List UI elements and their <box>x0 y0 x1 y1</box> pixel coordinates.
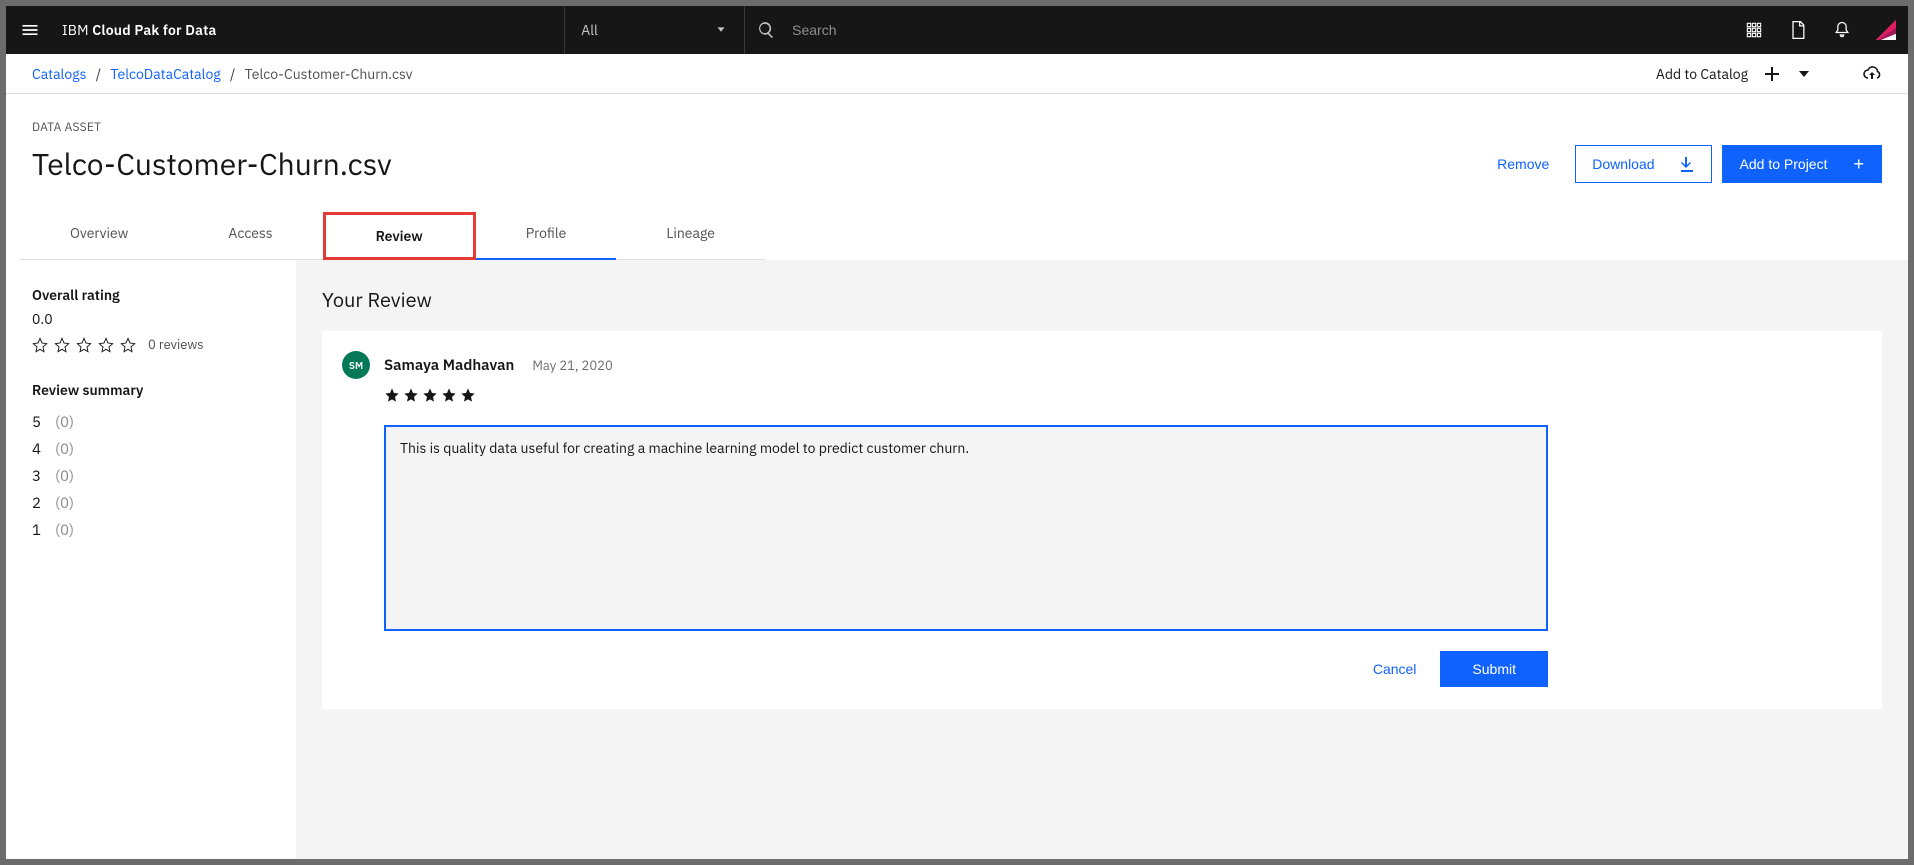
overall-rating-stars: 0 reviews <box>32 336 270 353</box>
submit-button[interactable]: Submit <box>1440 651 1548 687</box>
star-outline-icon <box>76 337 92 353</box>
summary-row-3: 3(0) <box>32 463 270 490</box>
chevron-down-icon <box>714 23 728 37</box>
download-icon <box>1679 156 1695 172</box>
summary-row-2: 2(0) <box>32 490 270 517</box>
app-frame: IBM Cloud Pak for Data All <box>6 6 1908 859</box>
menu-button[interactable] <box>6 20 54 40</box>
review-rating-stars[interactable] <box>384 387 1862 403</box>
star-outline-icon <box>32 337 48 353</box>
document-icon <box>1788 20 1808 40</box>
hamburger-icon <box>20 20 40 40</box>
main-panel: Your Review SM Samaya Madhavan May 21, 2… <box>296 260 1908 859</box>
search-icon <box>757 20 776 40</box>
star-filled-icon <box>460 387 476 403</box>
cancel-button[interactable]: Cancel <box>1349 651 1441 687</box>
star-outline-icon <box>120 337 136 353</box>
download-button[interactable]: Download <box>1575 145 1711 183</box>
review-date: May 21, 2020 <box>532 357 612 374</box>
summary-row-5: 5(0) <box>32 409 270 436</box>
bell-icon <box>1832 20 1852 40</box>
add-to-catalog-group: Add to Catalog <box>1656 64 1882 84</box>
subheader: Catalogs / TelcoDataCatalog / Telco-Cust… <box>6 54 1908 94</box>
page-title: Telco-Customer-Churn.csv <box>32 145 1481 184</box>
reviews-count: 0 reviews <box>148 336 204 353</box>
review-sidebar: Overall rating 0.0 0 reviews Review summ… <box>6 260 296 859</box>
avatar: SM <box>342 351 370 379</box>
asset-header: DATA ASSET Telco-Customer-Churn.csv Remo… <box>6 94 1908 184</box>
tabs: Overview Access Review Profile Lineage <box>6 212 1908 260</box>
tab-profile[interactable]: Profile <box>476 212 617 260</box>
review-card: SM Samaya Madhavan May 21, 2020 Cancel S… <box>322 331 1882 709</box>
breadcrumb-sep: / <box>224 65 241 83</box>
review-textarea[interactable] <box>384 425 1548 631</box>
plus-icon[interactable] <box>1764 66 1780 82</box>
search-container <box>744 6 1384 54</box>
star-outline-icon <box>98 337 114 353</box>
review-summary-label: Review summary <box>32 381 270 399</box>
chevron-down-icon[interactable] <box>1796 66 1812 82</box>
star-filled-icon <box>422 387 438 403</box>
star-filled-icon <box>403 387 419 403</box>
overall-rating-value: 0.0 <box>32 310 270 328</box>
apps-icon <box>1744 20 1764 40</box>
review-actions: Cancel Submit <box>342 651 1548 687</box>
document-button[interactable] <box>1776 6 1820 54</box>
breadcrumb-catalogs[interactable]: Catalogs <box>32 65 86 83</box>
reviewer-name: Samaya Madhavan <box>384 356 514 375</box>
add-to-project-button[interactable]: Add to Project + <box>1722 145 1882 183</box>
scope-label: All <box>581 21 598 39</box>
apps-button[interactable] <box>1732 6 1776 54</box>
asset-actions: Remove Download Add to Project + <box>1481 144 1882 184</box>
breadcrumb-current: Telco-Customer-Churn.csv <box>245 65 413 83</box>
breadcrumb: Catalogs / TelcoDataCatalog / Telco-Cust… <box>32 65 413 83</box>
star-filled-icon <box>384 387 400 403</box>
review-header: SM Samaya Madhavan May 21, 2020 <box>342 351 1862 379</box>
breadcrumb-sep: / <box>90 65 107 83</box>
cpd-logo-icon <box>1876 20 1896 40</box>
tab-overview[interactable]: Overview <box>20 212 178 260</box>
star-outline-icon <box>54 337 70 353</box>
content: Overall rating 0.0 0 reviews Review summ… <box>6 260 1908 859</box>
brand: IBM Cloud Pak for Data <box>54 21 217 39</box>
tab-lineage[interactable]: Lineage <box>616 212 765 260</box>
breadcrumb-catalog-name[interactable]: TelcoDataCatalog <box>110 65 220 83</box>
summary-row-4: 4(0) <box>32 436 270 463</box>
notifications-button[interactable] <box>1820 6 1864 54</box>
your-review-heading: Your Review <box>322 286 1882 313</box>
brand-prefix: IBM <box>62 21 92 39</box>
add-to-catalog-label: Add to Catalog <box>1656 65 1748 83</box>
brand-strong: Cloud Pak for Data <box>92 21 216 39</box>
topbar-icons <box>1732 6 1908 54</box>
logo-button[interactable] <box>1864 6 1908 54</box>
summary-row-1: 1(0) <box>32 517 270 544</box>
download-label: Download <box>1592 156 1654 172</box>
search-input[interactable] <box>792 22 1372 38</box>
cloud-upload-icon[interactable] <box>1862 64 1882 84</box>
add-to-project-label: Add to Project <box>1740 156 1828 172</box>
scope-selector[interactable]: All <box>564 6 744 54</box>
topbar: IBM Cloud Pak for Data All <box>6 6 1908 54</box>
asset-kicker: DATA ASSET <box>32 120 1481 135</box>
overall-rating-label: Overall rating <box>32 286 270 304</box>
tab-access[interactable]: Access <box>178 212 322 260</box>
tab-review[interactable]: Review <box>323 212 476 260</box>
star-filled-icon <box>441 387 457 403</box>
remove-button[interactable]: Remove <box>1481 144 1565 184</box>
